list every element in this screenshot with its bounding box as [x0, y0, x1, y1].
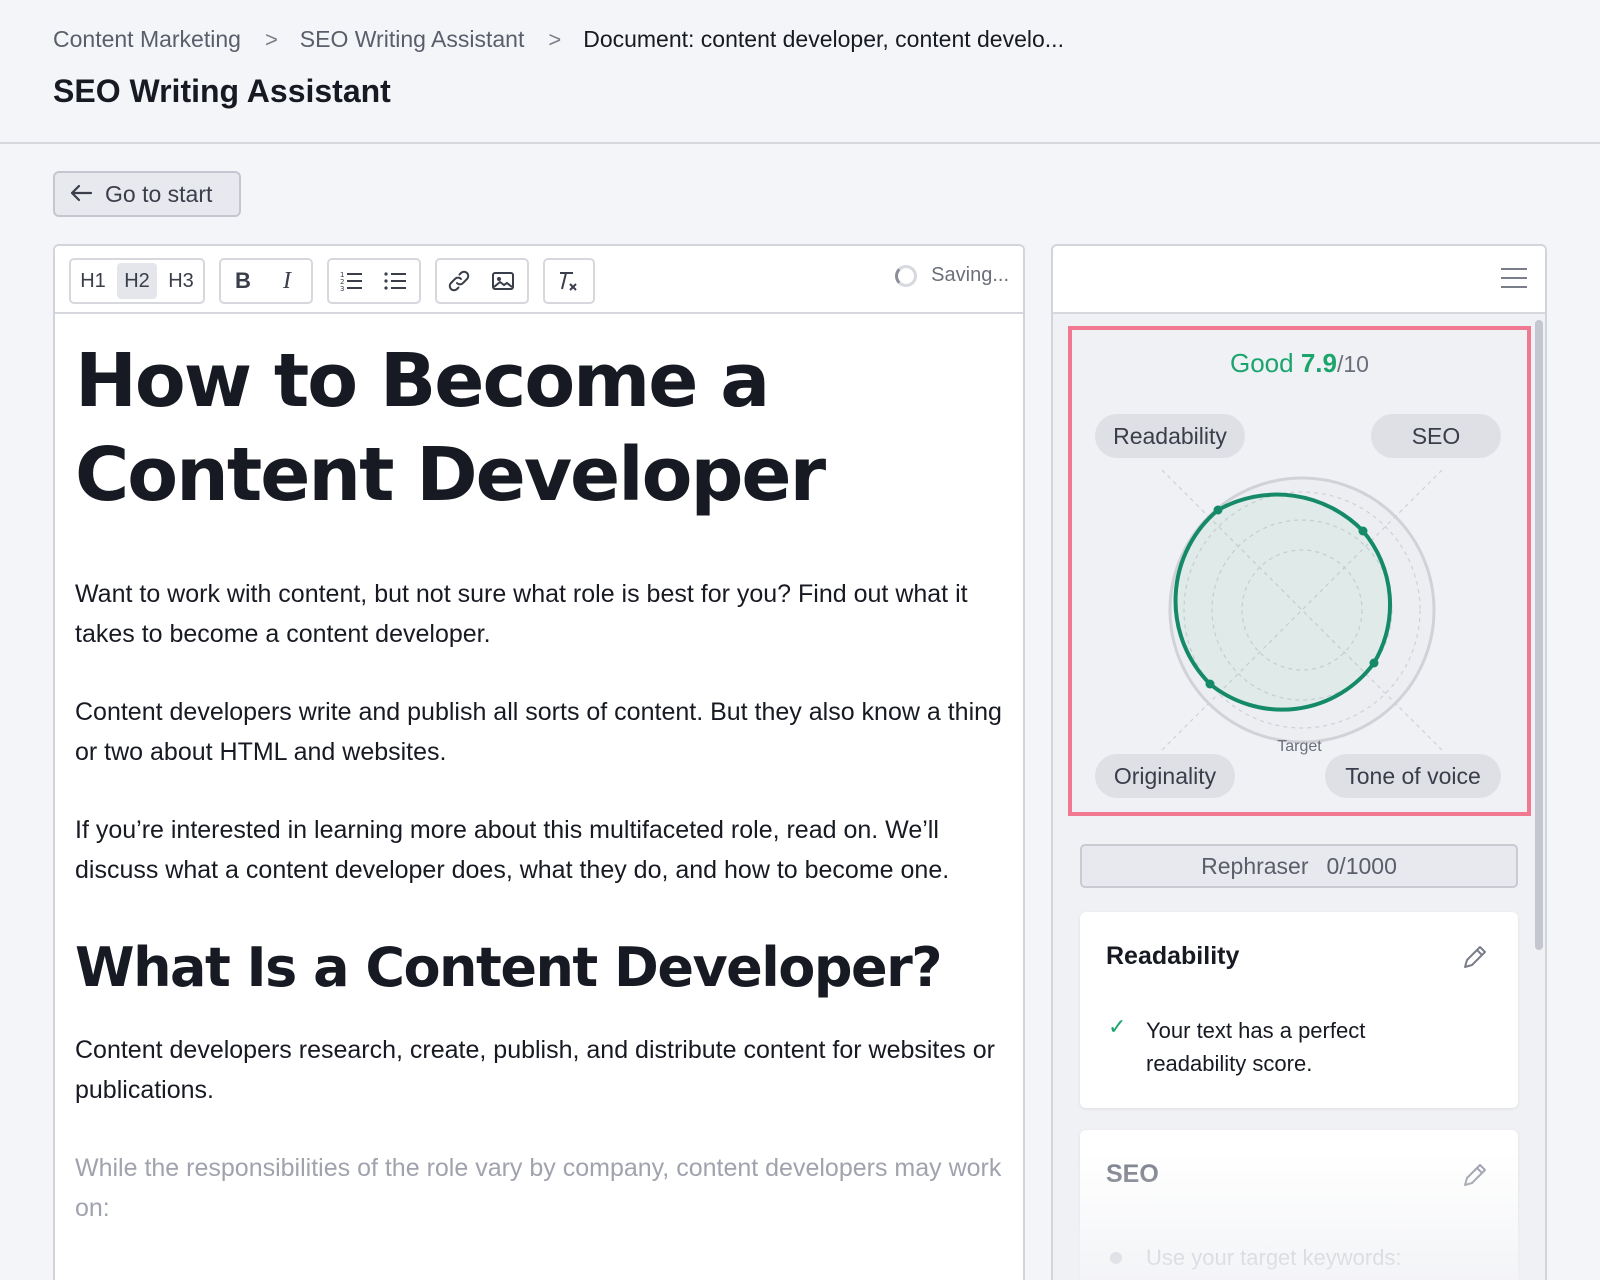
go-to-start-button[interactable]: Go to start [53, 171, 241, 217]
italic-button[interactable]: I [267, 263, 307, 299]
heading-2-label: H2 [124, 269, 150, 292]
text-editor: H1 H2 H3 B I 123 Saving... How to Become… [53, 244, 1025, 1280]
overall-score: Good 7.9/10 [1072, 348, 1527, 379]
readability-result: ✓ Your text has a perfect readability sc… [1108, 1014, 1446, 1080]
format-group: B I [219, 258, 313, 304]
panel-scrollbar[interactable] [1535, 320, 1543, 950]
score-label: Good [1230, 348, 1294, 378]
rephraser-label: Rephraser [1201, 852, 1309, 879]
save-status-text: Saving... [931, 264, 1009, 286]
list-group: 123 [327, 258, 421, 304]
heading-1-label: H1 [80, 269, 106, 292]
checkmark-icon: ✓ [1108, 1014, 1127, 1039]
assistant-panel: Good 7.9/10 Readability SEO Originality … [1051, 244, 1547, 1280]
page-title: SEO Writing Assistant [53, 73, 391, 109]
save-status: Saving... [895, 264, 1009, 287]
menu-icon[interactable] [1501, 268, 1527, 290]
breadcrumb-content-marketing[interactable]: Content Marketing [53, 26, 241, 53]
link-icon [448, 270, 470, 292]
target-label: Target [1277, 738, 1322, 755]
svg-text:3: 3 [340, 285, 344, 293]
insert-group [435, 258, 529, 304]
go-to-start-label: Go to start [105, 180, 213, 207]
seo-pill[interactable]: SEO [1371, 414, 1501, 458]
arrow-left-icon [69, 179, 93, 210]
seo-recommendation: Use your target keywords: [1110, 1245, 1402, 1271]
heading-1-button[interactable]: H1 [73, 263, 113, 299]
score-max: /10 [1337, 351, 1369, 377]
page-header: Content Marketing > SEO Writing Assistan… [0, 0, 1600, 144]
chevron-right-icon: > [548, 26, 562, 52]
score-value: 7.9 [1300, 348, 1337, 378]
loading-spinner-icon [895, 264, 918, 287]
italic-label: I [283, 267, 291, 294]
clear-group [543, 258, 595, 304]
readability-point [1213, 505, 1223, 515]
seo-card[interactable]: SEO Use your target keywords: [1080, 1130, 1518, 1280]
originality-pill[interactable]: Originality [1095, 754, 1235, 798]
seo-point [1358, 526, 1368, 536]
paragraph[interactable]: Content developers write and publish all… [75, 692, 1003, 772]
readability-card-title: Readability [1106, 942, 1240, 970]
heading-3-label: H3 [168, 269, 194, 292]
score-radar-chart [1161, 469, 1443, 751]
clear-formatting-icon [560, 272, 577, 291]
overall-score-widget: Good 7.9/10 Readability SEO Originality … [1068, 326, 1531, 816]
paragraph[interactable]: If you’re interested in learning more ab… [75, 810, 1003, 890]
document-title[interactable]: How to Become a Content Developer [75, 334, 835, 522]
image-button[interactable] [483, 263, 523, 299]
ordered-list-icon: 123 [340, 271, 362, 293]
bullet-list-icon [384, 272, 406, 290]
bold-button[interactable]: B [223, 263, 263, 299]
seo-card-title: SEO [1106, 1160, 1159, 1188]
breadcrumb-seo-writing-assistant[interactable]: SEO Writing Assistant [300, 26, 525, 53]
originality-point [1205, 679, 1215, 689]
breadcrumb: Content Marketing > SEO Writing Assistan… [53, 26, 1064, 53]
paragraph[interactable]: Want to work with content, but not sure … [75, 574, 1003, 654]
paragraph[interactable]: Content developers research, create, pub… [75, 1030, 1003, 1110]
document-body[interactable]: How to Become a Content Developer Want t… [55, 314, 1023, 1228]
bullet-dot-icon [1110, 1252, 1122, 1264]
heading-2-button[interactable]: H2 [117, 263, 157, 299]
section-heading[interactable]: What Is a Content Developer? [75, 936, 1003, 1000]
image-icon [492, 272, 514, 290]
tone-of-voice-pill[interactable]: Tone of voice [1325, 754, 1501, 798]
heading-3-button[interactable]: H3 [161, 263, 201, 299]
readability-message: Your text has a perfect readability scor… [1146, 1018, 1366, 1076]
readability-pill[interactable]: Readability [1095, 414, 1245, 458]
ordered-list-button[interactable]: 123 [331, 263, 371, 299]
bold-label: B [235, 268, 251, 293]
readability-card[interactable]: Readability ✓ Your text has a perfect re… [1080, 912, 1518, 1108]
link-button[interactable] [439, 263, 479, 299]
editor-toolbar: H1 H2 H3 B I 123 Saving... [55, 246, 1023, 314]
breadcrumb-current-document: Document: content developer, content dev… [583, 26, 1064, 52]
tone-point [1369, 658, 1379, 668]
seo-message: Use your target keywords: [1146, 1245, 1402, 1270]
pencil-icon[interactable] [1460, 1160, 1490, 1190]
panel-header [1053, 246, 1545, 314]
chevron-right-icon: > [264, 26, 278, 52]
paragraph[interactable]: While the responsibilities of the role v… [75, 1148, 1003, 1228]
rephraser-count: 0/1000 [1326, 852, 1397, 879]
clear-formatting-button[interactable] [547, 263, 587, 299]
pencil-icon[interactable] [1460, 942, 1490, 972]
bullet-list-button[interactable] [375, 263, 415, 299]
heading-group: H1 H2 H3 [69, 258, 205, 304]
rephraser-button[interactable]: Rephraser 0/1000 [1080, 844, 1518, 888]
